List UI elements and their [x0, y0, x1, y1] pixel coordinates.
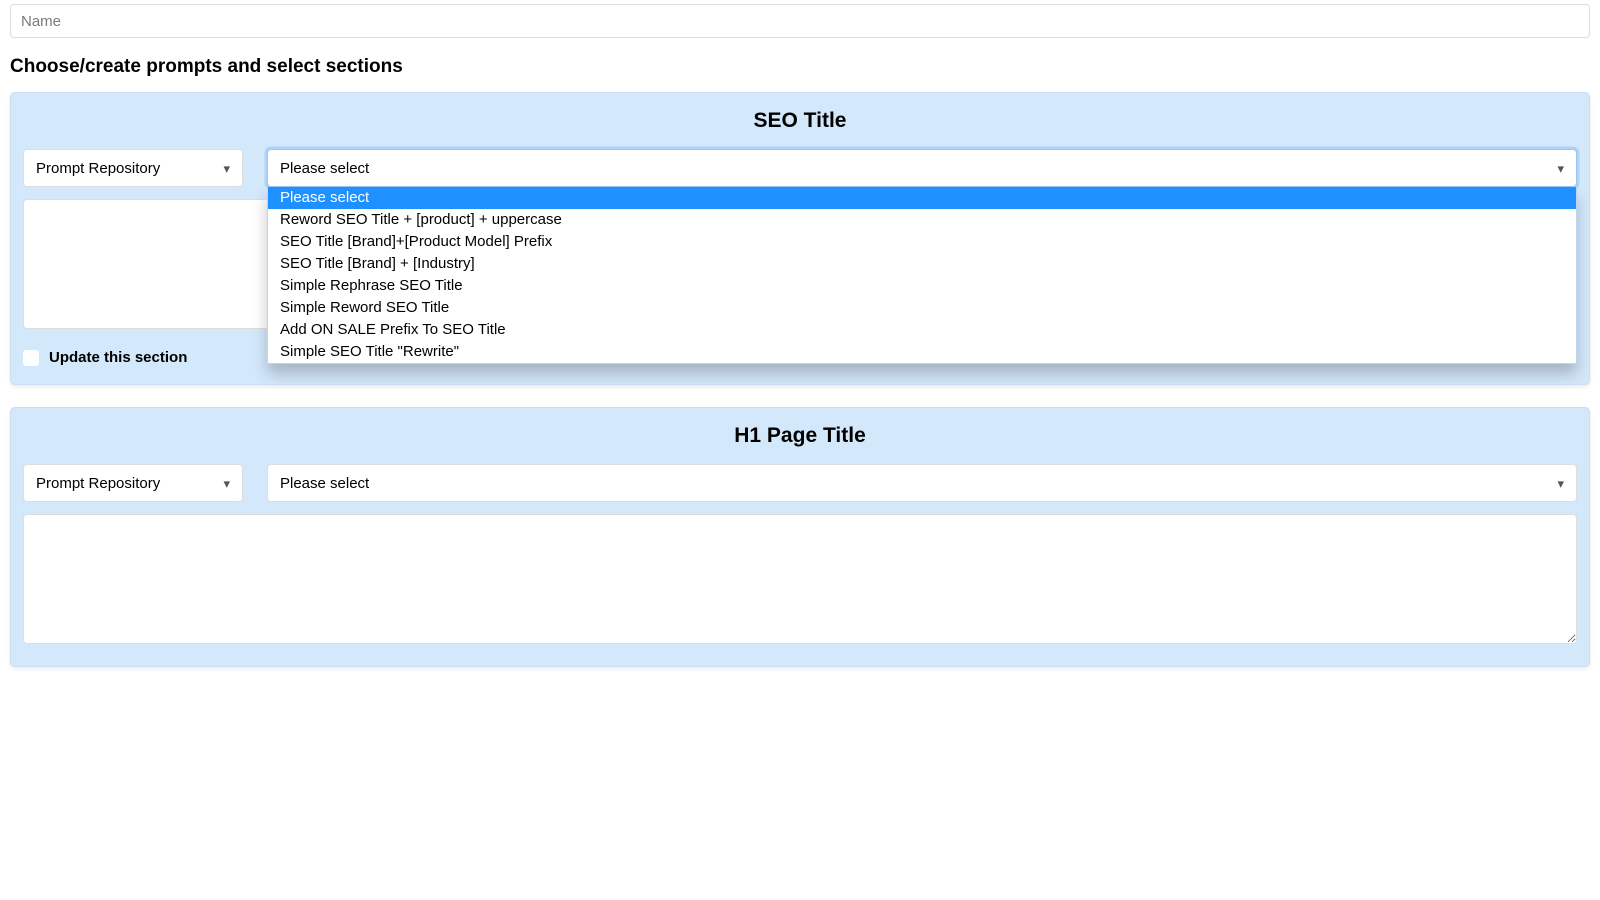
seo-title-option-add-on-sale-prefix[interactable]: Add ON SALE Prefix To SEO Title [268, 319, 1576, 341]
seo-title-prompt-select[interactable]: Please select ▾ [267, 149, 1577, 187]
section-seo-title: SEO Title Prompt Repository ▾ Please sel… [10, 92, 1590, 385]
seo-title-update-checkbox[interactable] [23, 350, 39, 366]
chevron-down-icon: ▾ [223, 162, 230, 175]
seo-title-option-please-select[interactable]: Please select [268, 187, 1576, 209]
seo-title-controls-row: Prompt Repository ▾ Please select ▾ Plea… [23, 149, 1577, 187]
h1-select-shell: Please select ▾ [267, 464, 1577, 502]
seo-title-option-brand-industry[interactable]: SEO Title [Brand] + [Industry] [268, 253, 1576, 275]
h1-textarea[interactable] [23, 514, 1577, 644]
h1-select-label: Please select [280, 475, 369, 492]
seo-title-prompt-repo-label: Prompt Repository [36, 160, 160, 177]
seo-title-option-reword-product-uppercase[interactable]: Reword SEO Title + [product] + uppercase [268, 209, 1576, 231]
seo-title-prompt-repo-dropdown[interactable]: Prompt Repository ▾ [23, 149, 243, 187]
seo-title-option-brand-product-model-prefix[interactable]: SEO Title [Brand]+[Product Model] Prefix [268, 231, 1576, 253]
seo-title-update-label[interactable]: Update this section [49, 349, 187, 366]
section-seo-title-heading: SEO Title [23, 103, 1577, 149]
chevron-down-icon: ▾ [1557, 477, 1564, 490]
seo-title-select-shell: Please select ▾ Please select Reword SEO… [267, 149, 1577, 187]
chevron-down-icon: ▾ [223, 477, 230, 490]
section-h1-title: H1 Page Title Prompt Repository ▾ Please… [10, 407, 1590, 667]
h1-controls-row: Prompt Repository ▾ Please select ▾ [23, 464, 1577, 502]
name-input[interactable] [10, 4, 1590, 38]
seo-title-option-simple-rephrase[interactable]: Simple Rephrase SEO Title [268, 275, 1576, 297]
seo-title-option-simple-rewrite[interactable]: Simple SEO Title "Rewrite" [268, 341, 1576, 363]
h1-prompt-select[interactable]: Please select ▾ [267, 464, 1577, 502]
h1-prompt-repo-label: Prompt Repository [36, 475, 160, 492]
page-subtitle: Choose/create prompts and select section… [10, 56, 1590, 78]
chevron-down-icon: ▾ [1557, 162, 1564, 175]
seo-title-option-simple-reword[interactable]: Simple Reword SEO Title [268, 297, 1576, 319]
seo-title-select-label: Please select [280, 160, 369, 177]
section-h1-title-heading: H1 Page Title [23, 418, 1577, 464]
h1-prompt-repo-dropdown[interactable]: Prompt Repository ▾ [23, 464, 243, 502]
seo-title-select-menu: Please select Reword SEO Title + [produc… [267, 187, 1577, 364]
